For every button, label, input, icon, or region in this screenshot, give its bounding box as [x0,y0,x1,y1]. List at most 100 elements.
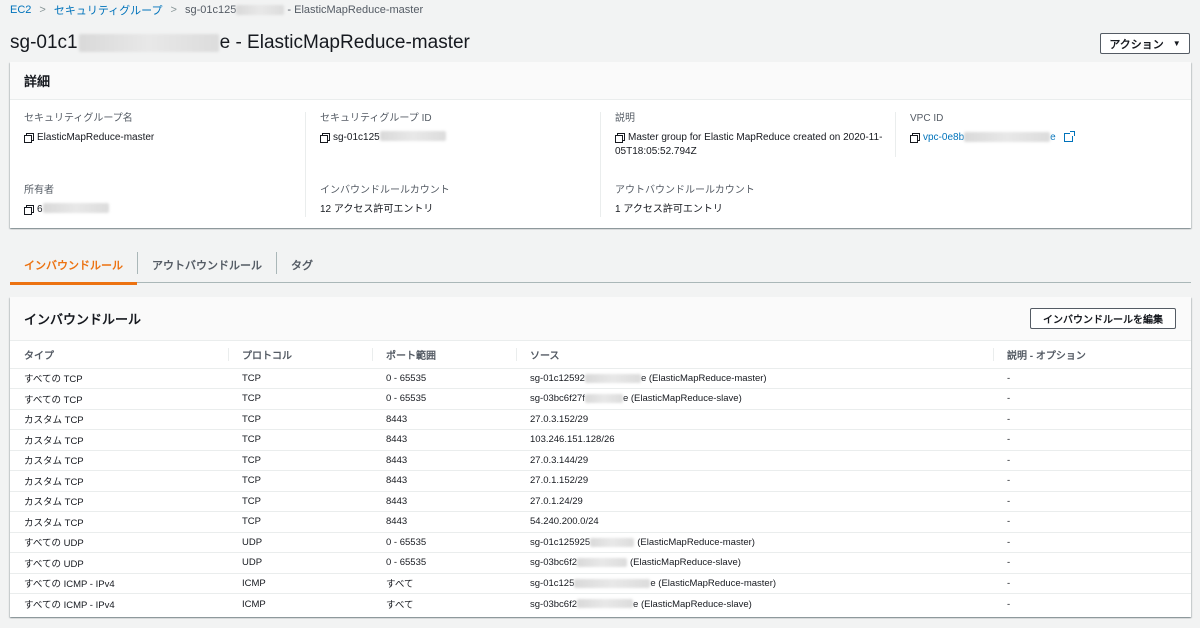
rule-source-cell: sg-01c125 e (ElasticMapReduce-master) [516,572,993,594]
rule-port-range-cell: 8443 [372,511,516,532]
rule-port-range-cell: 8443 [372,490,516,512]
column-header-source-label: ソース [530,350,560,362]
breadcrumb-current-name: - ElasticMapReduce-master [287,4,424,16]
rule-port-range-cell: 0 - 65535 [386,372,427,384]
table-row: カスタム TCP TCP 8443 103.246.151.128/26 - [10,429,1191,450]
vpc-id-suffix: e [1050,132,1056,143]
inbound-rules-title: インバウンドルール [24,312,142,327]
column-divider [305,112,306,217]
copy-icon[interactable] [615,133,625,143]
inbound-count-cell: インバウンドルールカウント 12 アクセス許可エントリ [320,184,450,217]
inbound-count-label: インバウンドルールカウント [320,185,450,196]
description-line-2: 05T18:05:52.794Z [615,146,697,157]
edit-inbound-rules-button[interactable]: インバウンドルールを編集 [1030,308,1176,329]
rule-type-cell: すべての ICMP - IPv4 [10,572,228,594]
outbound-count-cell: アウトバウンドルールカウント 1 アクセス許可エントリ [615,184,755,217]
table-row: すべての ICMP - IPv4 ICMP すべて sg-03bc6f2 e (Elas… [10,593,1191,614]
column-header-protocol[interactable]: プロトコル [228,341,372,369]
breadcrumb-current-id: sg-01c125 [184,4,237,16]
outbound-count-value: 1 アクセス許可エントリ [615,204,723,215]
column-header-protocol-label: プロトコル [242,350,292,362]
breadcrumb-ec2-link[interactable]: EC2 [10,4,31,16]
rule-source-value: sg-03bc6f2 [530,557,578,569]
page-title-id: sg-01c1 [10,32,78,53]
rule-type-cell: カスタム TCP [10,490,228,512]
copy-icon[interactable] [910,133,920,143]
rule-port-range-cell: すべて [372,572,516,594]
rule-description-cell: - [993,552,1191,573]
copy-icon[interactable] [320,133,330,143]
rule-source-value: 27.0.1.24/29 [530,495,583,507]
tab-bar: インバウンドルール アウトバウンドルール タグ [10,250,1191,285]
rule-description-cell: - [993,470,1191,491]
column-divider [600,112,601,217]
sg-id-label: セキュリティグループ ID [320,113,432,124]
breadcrumb: EC2 > セキュリティグループ > sg-01c125 - ElasticMa… [10,3,423,17]
rule-description-cell: - [993,531,1191,553]
chevron-right-icon: > [39,4,46,16]
rule-source-cell: sg-01c12592 e (ElasticMapReduce-master) [516,368,993,389]
table-row: カスタム TCP TCP 8443 27.0.3.144/29 - [10,449,1191,471]
rule-protocol-cell: UDP [228,531,372,553]
redacted-mask [584,394,623,404]
column-header-port-range[interactable]: ポート範囲 [372,341,516,369]
rule-source-cell: 27.0.3.152/29 [516,408,993,430]
actions-dropdown-button[interactable]: アクション ▼ [1100,33,1190,54]
rule-source-cell: sg-03bc6f27f e (ElasticMapReduce-slave) [516,388,993,409]
actions-button-label: アクション [1109,38,1164,51]
rule-protocol-cell: TCP [228,449,372,471]
copy-icon[interactable] [24,133,34,143]
rule-type-cell: すべての ICMP - IPv4 [10,593,228,614]
tab-outbound-rules[interactable]: アウトバウンドルール [138,250,276,283]
tab-tags[interactable]: タグ [277,250,327,283]
vpc-id-cell: VPC ID vpc-0e8b e [910,112,1075,145]
outbound-count-label: アウトバウンドルールカウント [615,185,755,196]
rule-source-cell: sg-03bc6f2 e (ElasticMapReduce-slave) [516,593,993,614]
sg-name-cell: セキュリティグループ名 ElasticMapReduce-master [24,112,154,145]
rule-protocol-cell: ICMP [228,593,372,614]
rule-description-cell: - [993,593,1191,614]
rule-type-cell: すべての UDP [10,531,228,553]
rule-source-name: e (ElasticMapReduce-slave) [633,598,752,610]
tab-inbound-rules[interactable]: インバウンドルール [10,250,137,285]
rule-source-value: 27.0.1.152/29 [530,475,589,487]
rule-protocol-cell: TCP [242,372,261,384]
column-divider [228,348,229,361]
rule-type-cell: すべての TCP [24,374,83,386]
rule-protocol-cell: UDP [228,552,372,573]
redacted-mask [236,5,285,16]
table-row: カスタム TCP TCP 8443 54.240.200.0/24 - [10,511,1191,532]
rule-source-name: e (ElasticMapReduce-master) [640,372,767,384]
table-row: カスタム TCP TCP 8443 27.0.1.152/29 - [10,470,1191,491]
column-header-port-range-label: ポート範囲 [386,350,436,362]
rule-port-range-cell: 8443 [372,408,516,430]
description-line-1: Master group for Elastic MapReduce creat… [628,132,883,143]
column-header-source[interactable]: ソース [516,341,993,369]
breadcrumb-security-groups-link[interactable]: セキュリティグループ [54,2,163,18]
rule-source-value: sg-01c125925 [530,536,591,548]
external-link-icon[interactable] [1063,131,1075,142]
inbound-rules-body: すべての TCP TCP 0 - 65535 sg-01c12592 e (Elasti… [10,368,1191,614]
column-header-description[interactable]: 説明 - オプション [993,341,1191,369]
column-header-type[interactable]: タイプ [10,341,228,369]
rule-port-range-cell: 0 - 65535 [372,531,516,553]
details-header: 詳細 [10,62,1191,100]
rule-port-range-cell: 8443 [372,429,516,450]
rule-source-value: 103.246.151.128/26 [530,434,615,446]
rule-protocol-cell: TCP [228,511,372,532]
redacted-mask [964,132,1051,143]
owner-cell: 所有者 6 [24,184,109,217]
rule-protocol-cell: TCP [228,490,372,512]
rule-source-name: e (ElasticMapReduce-slave) [622,393,742,405]
table-header-row: タイプ プロトコル ポート範囲 ソース 説明 - オプション [10,341,1191,369]
table-row: カスタム TCP TCP 8443 27.0.3.152/29 - [10,408,1191,430]
rule-protocol-cell: TCP [228,470,372,491]
vpc-id-link[interactable]: vpc-0e8b e [923,131,1056,145]
copy-icon[interactable] [24,205,34,215]
inbound-rules-panel: インバウンドルール インバウンドルールを編集 タイプ プロトコル ポート範囲 ソ… [10,297,1191,617]
table-row: すべての UDP UDP 0 - 65535 sg-03bc6f2 (ElasticMa… [10,552,1191,573]
rule-protocol-cell: TCP [228,429,372,450]
rule-type-cell: カスタム TCP [10,408,228,430]
rule-type-cell: カスタム TCP [10,429,228,450]
sg-id-cell: セキュリティグループ ID sg-01c125 [320,112,446,145]
